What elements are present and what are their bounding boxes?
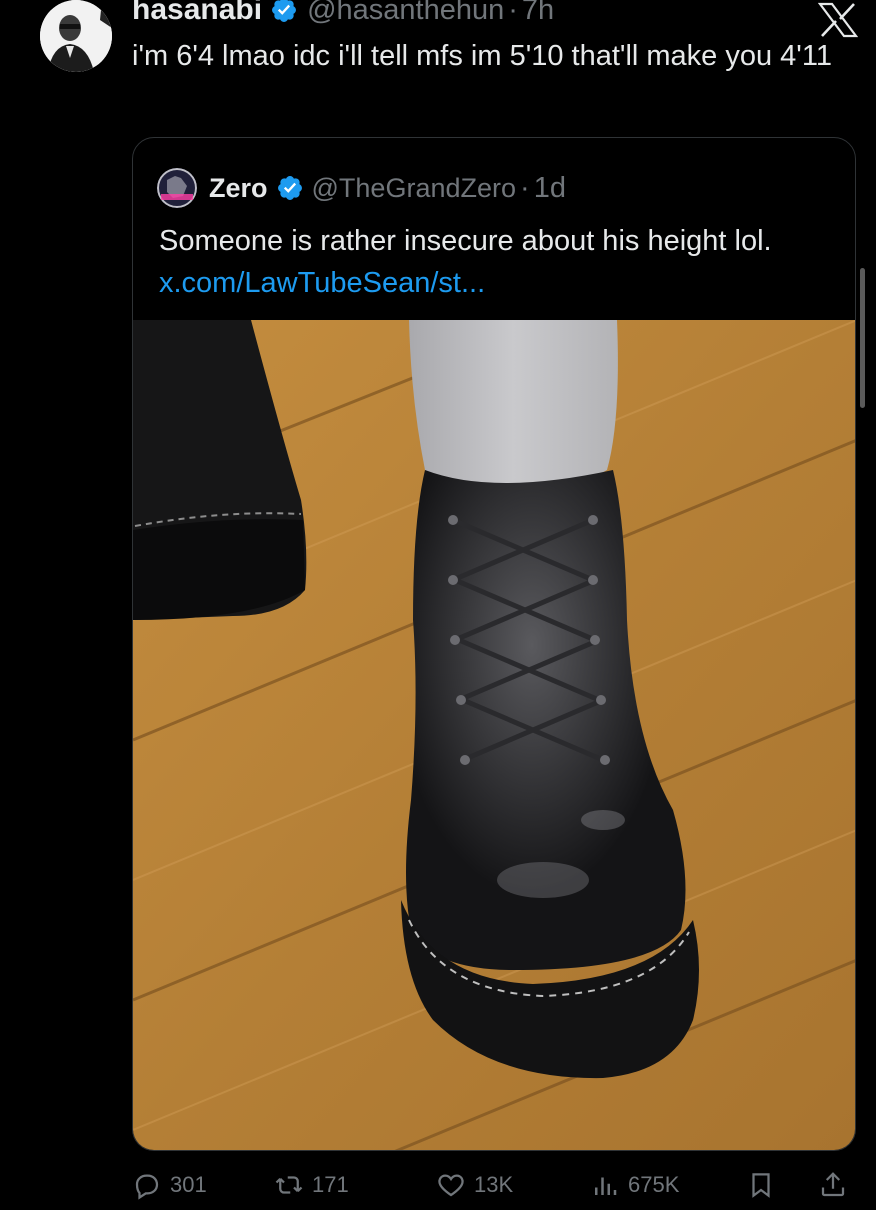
x-logo-icon[interactable] xyxy=(818,2,858,38)
quoted-link[interactable]: x.com/LawTubeSean/st... xyxy=(159,267,485,299)
quoted-avatar[interactable] xyxy=(157,168,197,208)
timestamp[interactable]: 7h xyxy=(522,0,554,27)
separator: · xyxy=(520,171,530,204)
like-button[interactable]: 13K xyxy=(436,1170,513,1200)
reply-count: 301 xyxy=(170,1172,207,1197)
verified-badge-icon xyxy=(272,0,297,22)
scrollbar[interactable] xyxy=(860,268,865,408)
quoted-header: Zero @TheGrandZero · 1d xyxy=(157,168,566,208)
quoted-timestamp[interactable]: 1d xyxy=(534,172,566,205)
repost-icon xyxy=(275,1176,303,1194)
quoted-text-body: Someone is rather insecure about his hei… xyxy=(159,225,772,257)
quoted-handle[interactable]: @TheGrandZero xyxy=(312,173,517,204)
share-button[interactable] xyxy=(818,1170,856,1200)
repost-count: 171 xyxy=(312,1172,349,1197)
reply-icon xyxy=(135,1174,159,1200)
quoted-tweet[interactable]: Zero @TheGrandZero · 1d Someone is rathe… xyxy=(132,137,856,1151)
handle[interactable]: @hasanthehun xyxy=(307,0,504,27)
views-count: 675K xyxy=(628,1172,680,1197)
action-bar: 301 171 13K 675K xyxy=(132,1170,856,1210)
bookmark-button[interactable] xyxy=(746,1170,784,1200)
separator: · xyxy=(508,0,518,26)
views-icon xyxy=(595,1177,617,1195)
quoted-photo[interactable] xyxy=(133,320,856,1151)
share-icon xyxy=(821,1172,845,1197)
like-icon xyxy=(438,1174,464,1197)
reply-button[interactable]: 301 xyxy=(132,1170,207,1200)
display-name[interactable]: hasanabi xyxy=(132,0,262,27)
like-count: 13K xyxy=(474,1172,514,1197)
bookmark-icon xyxy=(752,1173,770,1198)
quoted-text: Someone is rather insecure about his hei… xyxy=(159,220,839,304)
tweet-text: i'm 6'4 lmao idc i'll tell mfs im 5'10 t… xyxy=(132,40,832,72)
tweet-header: hasanabi @hasanthehun · 7h xyxy=(132,0,554,32)
verified-badge-icon xyxy=(277,176,302,200)
quoted-display-name[interactable]: Zero xyxy=(209,173,268,204)
repost-button[interactable]: 171 xyxy=(274,1170,349,1200)
avatar[interactable] xyxy=(40,0,112,72)
views-button[interactable]: 675K xyxy=(590,1170,679,1200)
